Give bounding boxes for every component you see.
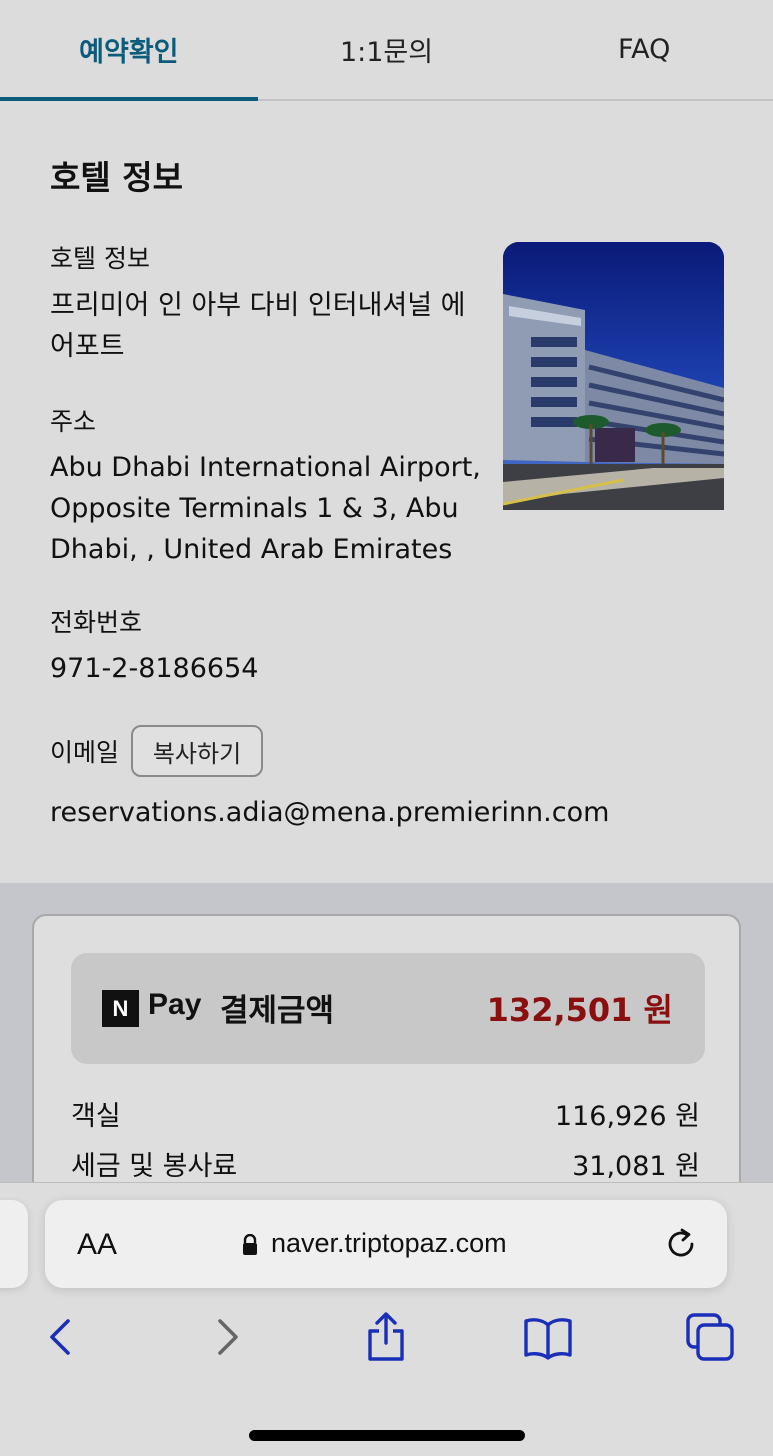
tab-label: 예약확인 xyxy=(79,37,179,68)
naver-pay-text: Pay xyxy=(148,988,202,1021)
address-line: Abu Dhabi International Airport, xyxy=(50,452,481,483)
email-label: 이메일 xyxy=(50,738,120,767)
section-title: 호텔 정보 xyxy=(50,158,183,197)
tab-label: 1:1문의 xyxy=(339,37,434,68)
hotel-name: 프리미어 인 아부 다비 인터내셔널 에 어포트 xyxy=(50,285,466,367)
text-size-label: AA xyxy=(77,1228,118,1261)
reload-icon[interactable] xyxy=(663,1226,699,1262)
tax-service-value: 31,081 원 xyxy=(572,1151,700,1182)
address-line: Opposite Terminals 1 & 3, Abu xyxy=(50,493,459,524)
address-label: 주소 xyxy=(50,407,97,436)
payment-summary: N Pay 결제금액 132,501 원 xyxy=(71,953,705,1064)
text-size-button[interactable]: AA xyxy=(77,1228,117,1262)
forward-icon[interactable] xyxy=(202,1311,254,1363)
naver-pay-logo: N xyxy=(102,990,139,1027)
hotel-photo xyxy=(503,242,724,510)
hotel-name-line: 어포트 xyxy=(50,331,125,362)
tab-label: FAQ xyxy=(618,34,671,65)
hotel-info-section: 호텔 정보 호텔 정보 프리미어 인 아부 다비 인터내셔널 에 어포트 주소 … xyxy=(0,101,773,883)
share-icon[interactable] xyxy=(360,1311,412,1363)
tab-bar: 예약확인 1:1문의 FAQ xyxy=(0,0,773,101)
email-address: reservations.adia@mena.premierinn.com xyxy=(50,797,610,828)
tabs-icon[interactable] xyxy=(684,1311,736,1363)
bookmarks-icon[interactable] xyxy=(522,1311,574,1363)
address-line: Dhabi, , United Arab Emirates xyxy=(50,534,453,565)
payment-total-amount: 132,501 원 xyxy=(486,991,673,1029)
address: Abu Dhabi International Airport, Opposit… xyxy=(50,447,481,570)
address-bar[interactable]: AA naver.triptopaz.com xyxy=(45,1200,727,1288)
hotel-name-line: 프리미어 인 아부 다비 인터내셔널 에 xyxy=(50,290,466,321)
tab-reservation-check[interactable]: 예약확인 xyxy=(0,0,258,101)
previous-tab-preview[interactable] xyxy=(0,1200,28,1288)
hotel-name-label: 호텔 정보 xyxy=(50,244,150,273)
browser-toolbar: AA naver.triptopaz.com xyxy=(0,1182,773,1456)
browser-nav xyxy=(0,1311,773,1371)
tab-inquiry[interactable]: 1:1문의 xyxy=(258,0,516,99)
room-charge-value: 116,926 원 xyxy=(554,1101,700,1132)
tax-service-label: 세금 및 봉사료 xyxy=(71,1151,238,1182)
url-text: naver.triptopaz.com xyxy=(271,1228,507,1258)
hotel-building-image xyxy=(503,242,724,510)
home-indicator xyxy=(249,1430,525,1441)
back-icon[interactable] xyxy=(34,1311,86,1363)
lock-icon xyxy=(243,1234,257,1255)
copy-email-button[interactable]: 복사하기 xyxy=(131,725,263,777)
tab-faq[interactable]: FAQ xyxy=(515,0,773,99)
phone-label: 전화번호 xyxy=(50,608,143,637)
phone-number[interactable]: 971-2-8186654 xyxy=(50,648,258,689)
room-charge-label: 객실 xyxy=(71,1101,121,1132)
payment-total-label: 결제금액 xyxy=(220,993,335,1029)
